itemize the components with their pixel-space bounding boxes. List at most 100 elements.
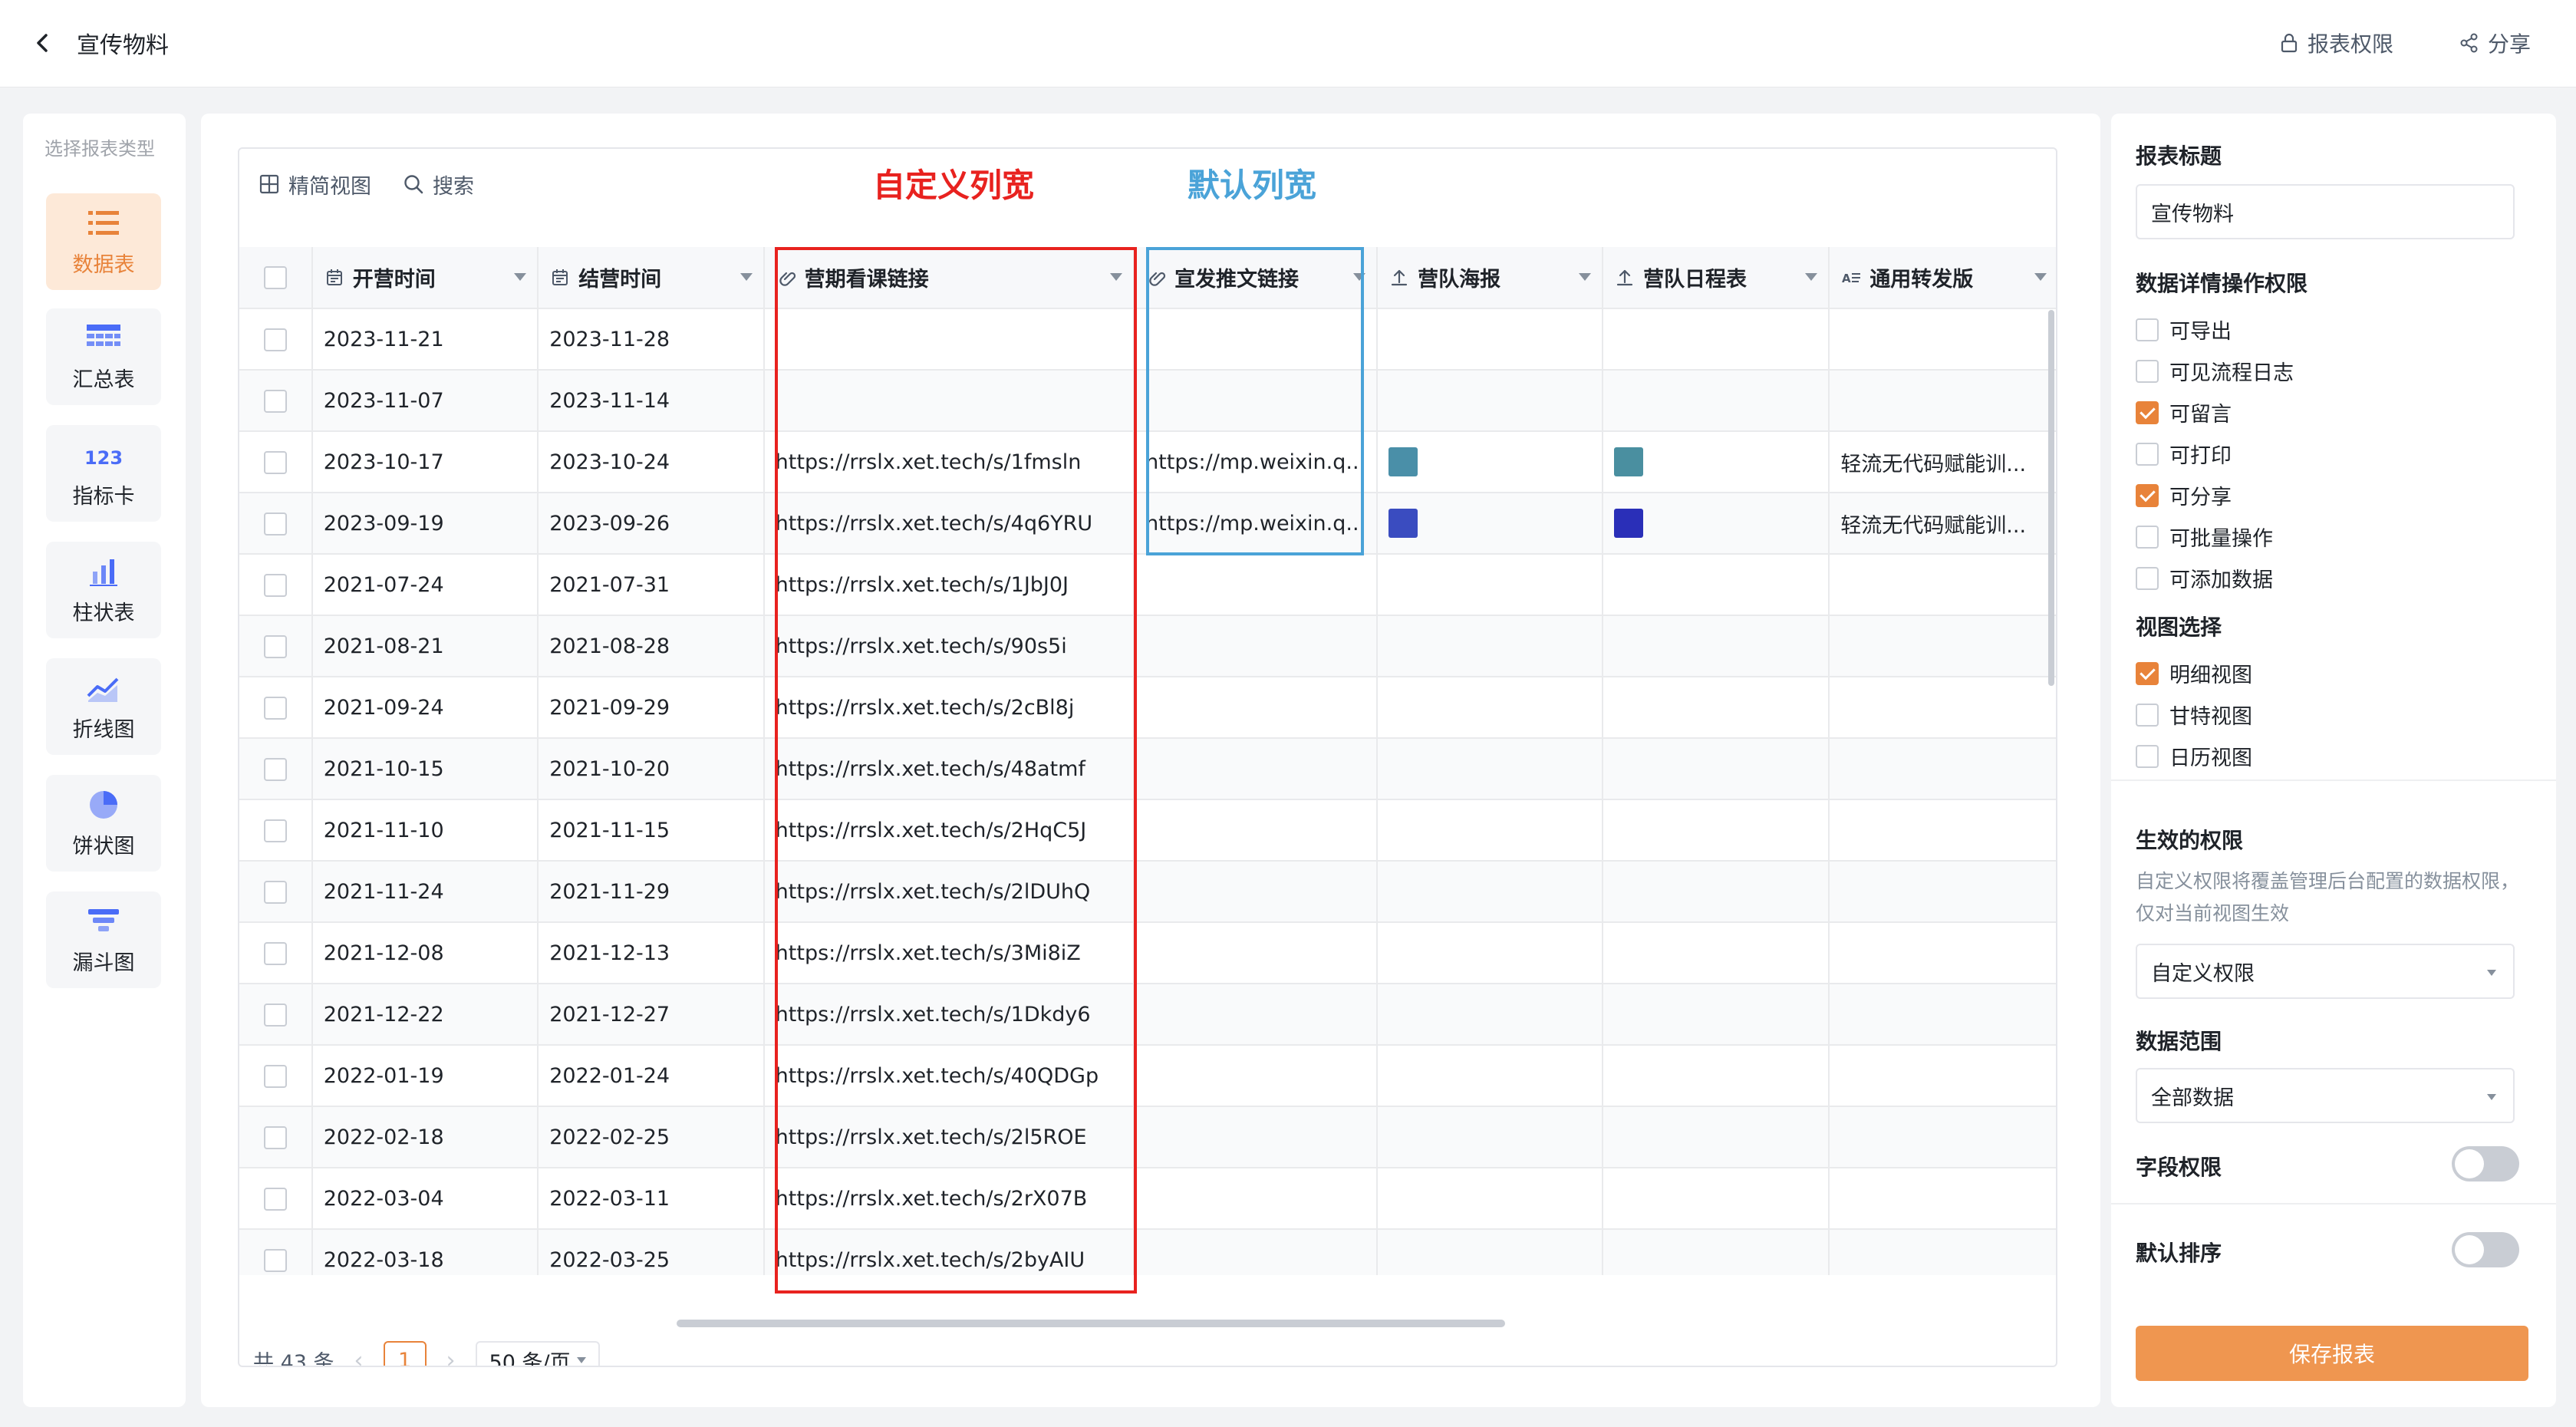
checkbox[interactable] (2136, 483, 2159, 507)
share-button[interactable]: 分享 (2459, 28, 2531, 58)
table-cell[interactable] (1603, 738, 1830, 800)
table-cell[interactable] (1829, 799, 2056, 862)
table-row[interactable]: 2022-02-18 2022-02-25 https://rrslx.xet.te… (239, 1106, 2056, 1168)
table-cell[interactable] (1603, 984, 1830, 1046)
field-permission-toggle[interactable] (2452, 1146, 2519, 1181)
table-cell[interactable] (1603, 1106, 1830, 1168)
table-cell[interactable] (1829, 677, 2056, 739)
table-cell[interactable]: 2021-12-08 (311, 922, 539, 984)
table-row[interactable]: 2021-07-24 2021-07-31 https://rrslx.xet.te… (239, 554, 2056, 616)
type-item-data-table[interactable]: 数据表 (46, 193, 161, 290)
column-menu-caret-icon[interactable] (1579, 273, 1592, 281)
column-header[interactable]: 营队日程表 (1603, 247, 1830, 309)
table-cell[interactable] (1377, 1168, 1604, 1230)
table-cell[interactable]: 2021-12-13 (538, 922, 765, 984)
table-cell[interactable] (1377, 493, 1604, 555)
row-checkbox[interactable] (263, 941, 287, 965)
table-cell[interactable] (1829, 308, 2056, 371)
checkbox-option[interactable]: 甘特视图 (2136, 700, 2252, 730)
table-cell[interactable]: 2021-11-29 (538, 861, 765, 923)
table-cell[interactable] (1829, 922, 2056, 984)
table-cell[interactable] (1603, 1168, 1830, 1230)
table-cell[interactable]: 2022-02-18 (311, 1106, 539, 1168)
table-cell[interactable]: 2022-03-11 (538, 1168, 765, 1230)
table-cell[interactable] (1829, 1229, 2056, 1275)
table-cell[interactable] (1603, 554, 1830, 616)
table-cell[interactable] (1829, 1168, 2056, 1230)
row-checkbox[interactable] (263, 450, 287, 474)
column-menu-caret-icon[interactable] (1805, 273, 1818, 281)
checkbox-option[interactable]: 可见流程日志 (2136, 356, 2294, 386)
column-menu-caret-icon[interactable] (514, 273, 527, 281)
table-cell[interactable] (1134, 1045, 1379, 1107)
type-item-funnel-chart[interactable]: 漏斗图 (46, 891, 161, 988)
table-row[interactable]: 2022-03-04 2022-03-11 https://rrslx.xet.te… (239, 1168, 2056, 1230)
table-cell[interactable]: 2021-08-21 (311, 615, 539, 677)
column-header[interactable]: 结营时间 (538, 247, 765, 309)
row-checkbox[interactable] (263, 757, 287, 781)
table-cell[interactable] (1603, 370, 1830, 432)
table-cell[interactable]: 2023-10-24 (538, 431, 765, 493)
table-cell[interactable]: 2021-12-27 (538, 984, 765, 1046)
row-checkbox[interactable] (263, 1003, 287, 1027)
column-header[interactable]: 营队海报 (1377, 247, 1604, 309)
table-cell[interactable] (1829, 615, 2056, 677)
table-cell[interactable] (1603, 1229, 1830, 1275)
horizontal-scrollbar[interactable] (677, 1320, 1505, 1327)
table-cell[interactable]: 2022-03-04 (311, 1168, 539, 1230)
table-cell[interactable]: 2021-07-31 (538, 554, 765, 616)
table-cell[interactable] (1134, 861, 1379, 923)
type-item-bar-chart[interactable]: 柱状表 (46, 542, 161, 638)
table-cell[interactable]: 2021-12-22 (311, 984, 539, 1046)
checkbox[interactable] (2136, 400, 2159, 424)
checkbox-option[interactable]: 可批量操作 (2136, 522, 2273, 552)
table-cell[interactable] (1603, 922, 1830, 984)
row-checkbox[interactable] (263, 512, 287, 536)
checkbox[interactable] (2136, 359, 2159, 383)
table-row[interactable]: 2021-11-24 2021-11-29 https://rrslx.xet.te… (239, 861, 2056, 923)
table-row[interactable]: 2021-11-10 2021-11-15 https://rrslx.xet.te… (239, 799, 2056, 862)
column-menu-caret-icon[interactable] (740, 273, 753, 281)
table-row[interactable]: 2021-12-22 2021-12-27 https://rrslx.xet.te… (239, 984, 2056, 1046)
checkbox-option[interactable]: 可添加数据 (2136, 563, 2273, 593)
back-arrow-icon[interactable] (28, 28, 58, 58)
table-cell[interactable]: 2021-10-15 (311, 738, 539, 800)
type-item-summary-table[interactable]: 汇总表 (46, 308, 161, 405)
table-cell[interactable] (1377, 1229, 1604, 1275)
table-cell[interactable] (1134, 738, 1379, 800)
table-cell[interactable] (1134, 1106, 1379, 1168)
table-cell[interactable]: 2021-11-10 (311, 799, 539, 862)
column-header[interactable]: 开营时间 (311, 247, 539, 309)
row-checkbox[interactable] (263, 1248, 287, 1272)
table-cell[interactable] (1377, 615, 1604, 677)
report-title-input[interactable]: 宣传物料 (2136, 184, 2515, 239)
row-checkbox[interactable] (263, 819, 287, 842)
next-page-icon[interactable]: › (446, 1347, 456, 1366)
checkbox[interactable] (2136, 661, 2159, 685)
table-cell[interactable] (1134, 615, 1379, 677)
table-cell[interactable]: 2021-09-29 (538, 677, 765, 739)
type-item-metric-card[interactable]: 123 指标卡 (46, 425, 161, 522)
column-menu-caret-icon[interactable] (2034, 273, 2047, 281)
table-cell[interactable] (1134, 799, 1379, 862)
table-row[interactable]: 2022-01-19 2022-01-24 https://rrslx.xet.te… (239, 1045, 2056, 1107)
table-cell[interactable]: 2023-09-26 (538, 493, 765, 555)
table-cell[interactable]: 2021-10-20 (538, 738, 765, 800)
table-cell[interactable] (1603, 615, 1830, 677)
table-cell[interactable] (1377, 1106, 1604, 1168)
table-cell[interactable] (1377, 1045, 1604, 1107)
table-cell[interactable] (1377, 677, 1604, 739)
table-cell[interactable] (1377, 984, 1604, 1046)
table-cell[interactable] (1134, 1168, 1379, 1230)
table-row[interactable]: 2021-09-24 2021-09-29 https://rrslx.xet.te… (239, 677, 2056, 739)
data-range-select[interactable]: 全部数据 (2136, 1068, 2515, 1123)
row-checkbox[interactable] (263, 1187, 287, 1211)
row-checkbox[interactable] (263, 1064, 287, 1088)
checkbox[interactable] (2136, 525, 2159, 549)
table-cell[interactable] (1829, 554, 2056, 616)
table-cell[interactable] (1603, 677, 1830, 739)
table-cell[interactable]: 2022-01-24 (538, 1045, 765, 1107)
table-cell[interactable] (1603, 799, 1830, 862)
select-all-checkbox[interactable] (263, 266, 287, 290)
table-cell[interactable] (1603, 493, 1830, 555)
